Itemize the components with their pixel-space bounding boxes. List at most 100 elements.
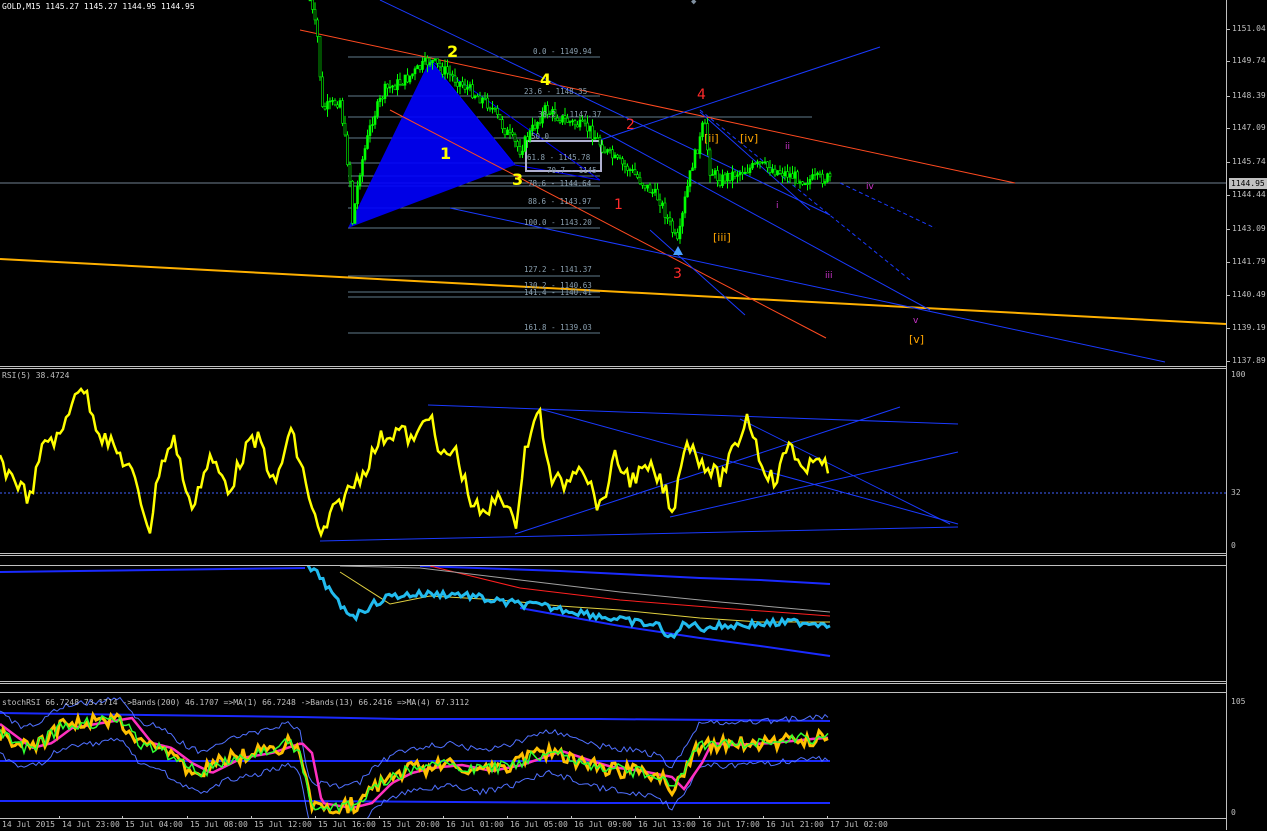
candle-body [628,169,632,171]
candle-body [613,154,617,159]
price-axis-label: 1145.74 [1232,157,1266,166]
candle-body [746,171,749,174]
time-axis-label: 16 Jul 05:00 [510,820,568,829]
candle-body [333,100,337,106]
candle-body [498,114,502,120]
time-axis-tick [187,816,188,819]
candle-body [738,172,742,176]
price-axis-tick [1226,229,1230,230]
pane-separator[interactable] [0,553,1226,554]
candle-body [451,74,454,77]
time-axis-tick [251,816,252,819]
fib-label: 23.6 - 1148.35 [524,87,588,96]
fib-label: 0.0 - 1149.94 [533,47,592,56]
candle-body [631,169,634,171]
fib-label: 78.6 - 1144.64 [528,179,592,188]
candle-body [403,74,407,86]
candle-body [538,121,542,124]
time-axis-label: 16 Jul 09:00 [574,820,632,829]
candle-body [648,184,652,193]
candle-body [526,136,529,141]
pane-separator[interactable] [0,555,1226,556]
wave-label-yellow: 3 [512,170,524,189]
price-axis-tick [1226,361,1230,362]
fib-label: 100.0 - 1143.20 [524,218,592,227]
candle-body [401,84,404,86]
bands-canvas [0,566,831,657]
time-axis-label: 16 Jul 13:00 [638,820,696,829]
stochrsi-pane[interactable]: stochRSI 66.7248 73.1714 ->Bands(200) 46… [0,693,1226,818]
candle-body [466,87,469,90]
candle-body [511,131,514,135]
wave-label-yellow: 1 [440,144,452,163]
upper-band [0,567,306,573]
candle-body [323,106,327,110]
price-axis-border [1226,0,1227,830]
lower-red-trendline [389,109,827,339]
candle-body [621,158,624,165]
price-axis-label: 1151.04 [1232,24,1266,33]
candle-body [376,101,379,117]
time-axis-label: 16 Jul 01:00 [446,820,504,829]
rsi-pane[interactable]: RSI(5) 38.4724 [0,369,1226,552]
time-axis-tick [635,816,636,819]
candle-body [813,174,817,176]
candle-body [708,149,712,176]
candle-body [443,66,447,75]
price-chart-pane[interactable]: GOLD,M15 1145.27 1145.27 1144.95 1144.95… [0,0,1226,366]
time-axis-tick [122,816,123,819]
candle-body [398,79,402,85]
candle-body [408,75,412,83]
price-axis-label: 1139.19 [1232,323,1266,332]
candle-body [373,115,377,125]
candle-body [638,177,642,184]
candle-body [798,181,802,184]
wave-label-orange: [ii] [704,132,719,145]
candle-body [676,232,679,240]
candle-body [516,141,519,147]
candle-body [503,128,507,136]
candle-body [531,124,534,131]
price-axis-tick [1226,195,1230,196]
candle-body [783,171,787,177]
candle-body [413,68,417,75]
wave-label-red: 1 [614,197,623,213]
candle-body [536,121,539,129]
pane-separator[interactable] [0,366,1226,367]
candle-body [478,95,482,104]
candle-body [653,188,657,193]
time-axis-label: 17 Jul 02:00 [830,820,888,829]
candle-body [826,173,829,182]
candle-body [786,171,789,178]
price-axis-label: 1148.39 [1232,91,1266,100]
candle-body [571,120,574,123]
candle-body [713,170,717,175]
candle-body [616,154,619,158]
stoch-main-line [0,710,829,815]
time-axis-tick [571,816,572,819]
candle-body [661,202,664,206]
wave-label-yellow: 4 [540,70,552,89]
pane-separator[interactable] [0,681,1226,682]
candle-body [731,171,734,181]
fib-label: 127.2 - 1141.37 [524,265,592,274]
candle-body [793,171,797,179]
price-axis-label: 1140.49 [1232,290,1266,299]
time-axis-label: 16 Jul 17:00 [702,820,760,829]
pane-separator[interactable] [0,683,1226,684]
candle-body [641,183,644,186]
candle-body [803,183,807,185]
candle-body [781,173,784,177]
bands-indicator-pane[interactable] [0,566,1226,680]
candle-body [811,174,814,180]
price-axis-tick [1226,96,1230,97]
wave-label-magenta: iii [825,271,833,281]
candle-body [668,217,672,222]
time-axis-label: 15 Jul 04:00 [125,820,183,829]
time-axis-tick [763,816,764,819]
candle-body [533,124,537,129]
candle-body [416,65,419,70]
candle-body [716,170,719,181]
time-axis-tick [827,816,828,819]
candle-body [508,129,512,133]
